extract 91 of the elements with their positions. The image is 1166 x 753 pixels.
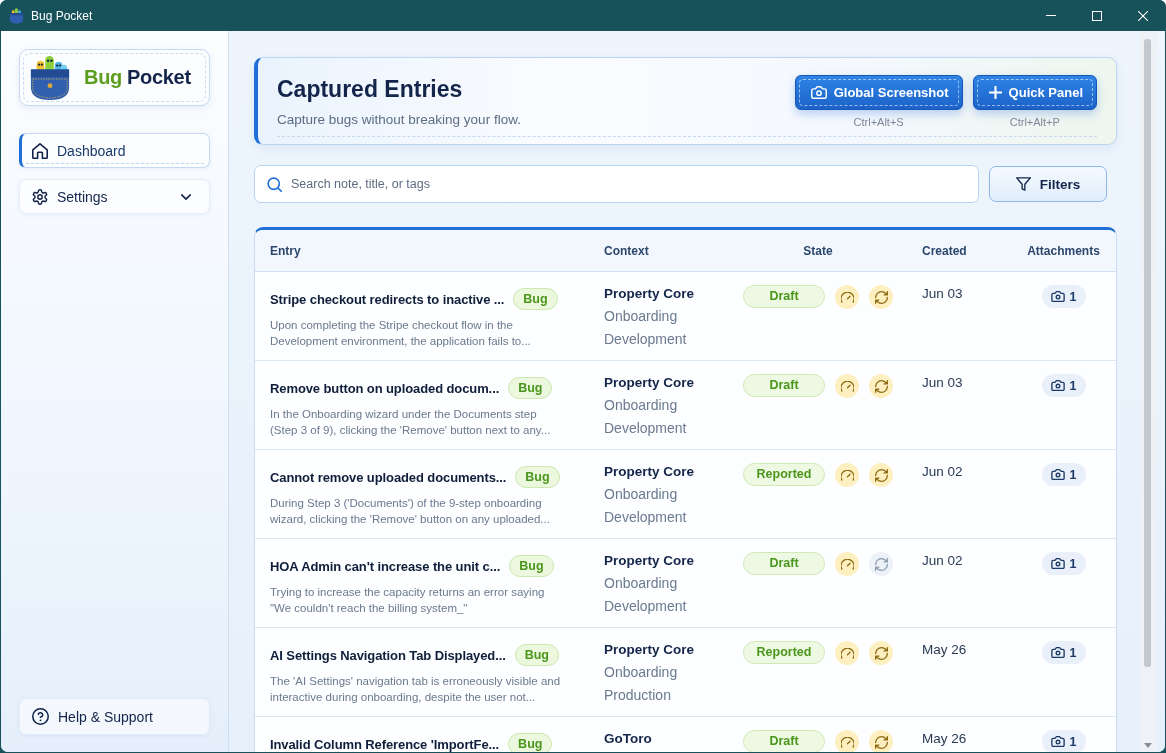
quick-panel-button[interactable]: Quick Panel [972,75,1097,110]
shortcut-hint: Ctrl+Alt+P [1009,115,1060,129]
scrollbar-thumb[interactable] [1144,39,1151,667]
entry-description: Trying to increase the capacity returns an error saying "We couldn't reach the billing system_" [270,585,546,616]
filters-button[interactable]: Filters [989,166,1107,202]
context-label: Onboarding [604,574,678,593]
scroll-down-icon[interactable] [1144,743,1152,748]
window-title: Bug Pocket [31,8,93,23]
attachments-button[interactable]: 1 [1041,285,1086,308]
context-label: Onboarding [604,485,678,504]
status-tag: Reported [743,641,825,664]
entry-title: Invalid Column Reference 'ImportFe... [270,736,500,752]
context-label: Development [604,330,687,349]
context-label: Production [604,686,671,705]
column-header: Entry [270,243,301,258]
brand-word: Pocket [127,66,191,89]
bug-tag: Bug [514,644,559,666]
shortcut-hint: Ctrl+Alt+S [853,115,904,129]
minimize-icon [1046,15,1056,16]
entry-title: HOA Admin can't increase the unit c... [270,558,501,574]
created-date: May 26 [922,642,967,657]
entry-description: During Step 3 ('Documents') of the 9-step onboarding wizard, clicking the 'Remove' button on any uploaded... [270,496,551,527]
entry-description: The 'AI Settings' navigation tab is erroneously visible and interactive during onboarding, despite the user not... [270,674,562,705]
status-tag: Draft [743,374,825,397]
camera-icon [810,86,827,99]
context-label: Development [604,597,687,616]
bug-tag: Bug [509,555,554,577]
denim-pocket-icon [29,54,71,101]
maximize-icon [1092,10,1102,21]
search-field[interactable]: Search note, title, or tags [254,165,979,203]
column-header: Created [922,243,967,258]
status-tag: Draft [743,730,825,752]
close-icon [1138,10,1148,21]
context-label: Onboarding [604,396,678,415]
context-label: Development [604,508,687,527]
context-label: Onboarding [604,307,678,326]
attachments-button[interactable]: 1 [1041,730,1086,752]
project-name: GoToro [604,730,652,748]
column-header: Attachments [1027,243,1100,258]
bug-tag: Bug [508,377,553,399]
created-date: Jun 03 [922,286,963,301]
created-date: Jun 02 [922,464,963,479]
project-name: Property Core [604,552,695,570]
status-tag: Reported [743,463,825,486]
entry-title: Remove button on uploaded docum... [270,380,500,396]
bug-tag: Bug [515,466,560,488]
entry-title: Cannot remove uploaded documents... [270,469,507,485]
attachments-button[interactable]: 1 [1041,374,1086,397]
camera-icon [1050,469,1065,480]
bug-tag: Bug [508,733,553,752]
entry-description: In the Onboarding wizard under the Documents step (Step 3 of 9), clicking the 'Remove' button next to any... [270,407,552,438]
column-header: State [803,243,833,258]
bug-tag: Bug [513,288,558,310]
entry-title: Stripe checkout redirects to inactive ... [270,291,505,307]
scrollbar[interactable] [1140,31,1157,752]
search-icon [267,177,282,192]
gear-icon [32,188,48,205]
help-icon [32,708,49,725]
entry-title: AI Settings Navigation Tab Displayed... [270,647,506,663]
screenshot-button[interactable]: Global Screenshot [794,75,963,110]
created-date: Jun 02 [922,553,963,568]
project-name: Property Core [604,641,695,659]
project-name: Property Core [604,285,695,303]
page-title: Captured Entries [277,75,464,104]
camera-icon [1050,558,1065,569]
plus-icon [988,86,1002,99]
entry-description: Upon completing the Stripe checkout flow in the Development environment, the application fails to... [270,318,532,349]
brand-word: Bug [84,66,122,89]
camera-icon [1050,291,1065,302]
project-name: Property Core [604,374,695,392]
created-date: May 26 [922,731,967,746]
help-button[interactable]: Help & Support [19,698,210,735]
column-header: Context [604,243,649,258]
context-label: Development [604,419,687,438]
status-tag: Draft [743,285,825,308]
attachments-button[interactable]: 1 [1041,463,1086,486]
attachments-button[interactable]: 1 [1041,552,1086,575]
filter-icon [1015,177,1031,191]
attachments-button[interactable]: 1 [1041,641,1086,664]
camera-icon [1050,647,1065,658]
nav-item[interactable]: Settings [19,179,210,214]
home-icon [32,142,48,159]
pocket-icon [9,7,24,24]
created-date: Jun 03 [922,375,963,390]
project-name: Property Core [604,463,695,481]
status-tag: Draft [743,552,825,575]
page-subtitle: Capture bugs without breaking your flow. [277,111,521,129]
camera-icon [1050,380,1065,391]
nav-item[interactable]: Dashboard [19,133,210,168]
context-label: Onboarding [604,663,678,682]
camera-icon [1050,736,1065,747]
